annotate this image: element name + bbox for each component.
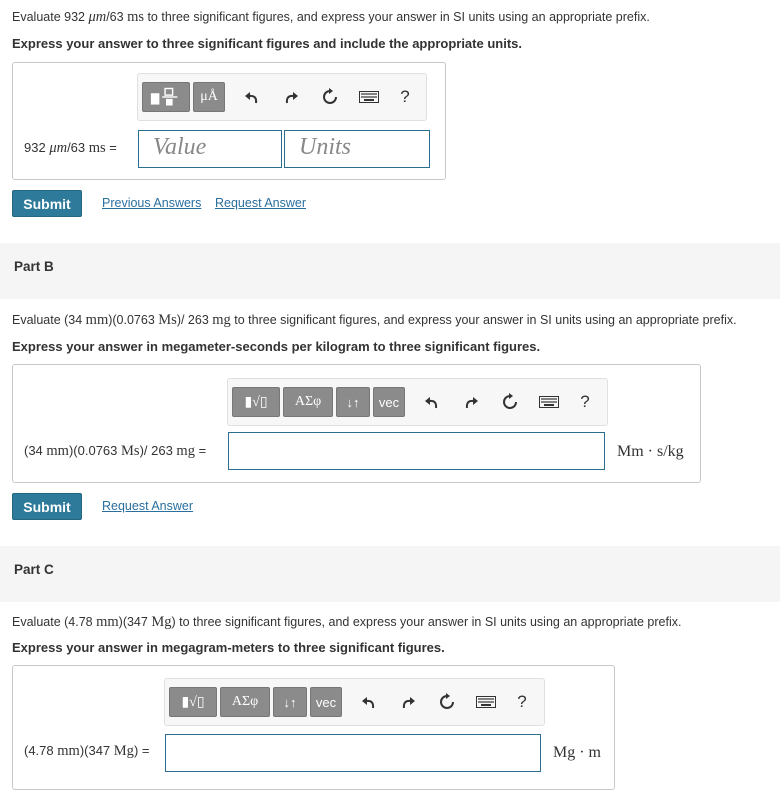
help-button[interactable]: ? (509, 687, 535, 717)
template-button[interactable]: ▮√▯ (232, 387, 280, 417)
reset-icon[interactable] (495, 387, 525, 417)
help-button[interactable]: ? (392, 82, 418, 112)
previous-answers-link[interactable]: Previous Answers (102, 196, 201, 210)
fraction-template-icon (150, 87, 178, 106)
part-c-instruction: Express your answer in megagram-meters t… (12, 640, 445, 655)
part-a-toolbar: μÅ ? (137, 73, 427, 121)
part-c-answer-input[interactable] (165, 734, 541, 772)
part-c-unit-label: Mg · m (553, 744, 601, 761)
part-a-equation-label: 932 μm/63 ms = (24, 140, 117, 156)
part-b-toolbar: ▮√▯ ΑΣφ ↓↑ vec ? (227, 378, 608, 426)
part-b-request-answer-link[interactable]: Request Answer (102, 499, 193, 513)
part-b-prompt: Evaluate (34 mm)(0.0763 Ms)/ 263 mg to t… (12, 312, 737, 328)
reset-icon[interactable] (315, 82, 345, 112)
part-c-answer-box: ▮√▯ ΑΣφ ↓↑ vec ? (4.78 mm)(347 Mg) = Mg … (12, 665, 615, 790)
part-a-prompt: Evaluate 932 μm/63 ms to three significa… (12, 9, 650, 25)
redo-icon[interactable] (276, 82, 306, 112)
keyboard-icon[interactable] (534, 387, 564, 417)
help-button[interactable]: ? (572, 387, 598, 417)
part-b-submit-button[interactable]: Submit (12, 493, 82, 520)
part-b-title: Part B (14, 259, 54, 274)
part-b-instruction: Express your answer in megameter-seconds… (12, 339, 541, 354)
vec-button[interactable]: vec (373, 387, 405, 417)
undo-icon[interactable] (237, 82, 267, 112)
arrows-button[interactable]: ↓↑ (336, 387, 370, 417)
part-a-answer-box: μÅ ? 932 μm/63 ms = Value Units (12, 62, 446, 180)
part-b-unit-label: Mm · s/kg (617, 443, 684, 460)
part-c-prompt: Evaluate (4.78 mm)(347 Mg) to three sign… (12, 614, 682, 630)
units-input[interactable]: Units (284, 130, 430, 168)
fraction-template-button[interactable] (142, 82, 190, 112)
part-c-title: Part C (14, 562, 54, 577)
greek-symbols-button[interactable]: ΑΣφ (283, 387, 333, 417)
undo-icon[interactable] (417, 387, 447, 417)
value-input[interactable]: Value (138, 130, 282, 168)
part-b-equation-label: (34 mm)(0.0763 Ms)/ 263 mg = (24, 443, 207, 459)
redo-icon[interactable] (393, 687, 423, 717)
part-a-request-answer-link[interactable]: Request Answer (215, 196, 306, 210)
part-c-header: Part C (0, 546, 780, 602)
part-c-toolbar: ▮√▯ ΑΣφ ↓↑ vec ? (164, 678, 545, 726)
part-a-submit-button[interactable]: Submit (12, 190, 82, 217)
redo-icon[interactable] (456, 387, 486, 417)
part-c-equation-label: (4.78 mm)(347 Mg) = (24, 743, 150, 759)
part-b-answer-box: ▮√▯ ΑΣφ ↓↑ vec ? (34 mm)(0.0763 Ms)/ 263… (12, 364, 701, 483)
reset-icon[interactable] (432, 687, 462, 717)
undo-icon[interactable] (354, 687, 384, 717)
arrows-button[interactable]: ↓↑ (273, 687, 307, 717)
part-a-instruction: Express your answer to three significant… (12, 36, 522, 51)
keyboard-icon[interactable] (354, 82, 384, 112)
keyboard-icon[interactable] (471, 687, 501, 717)
greek-symbols-button[interactable]: ΑΣφ (220, 687, 270, 717)
part-b-header: Part B (0, 243, 780, 299)
unit-ms: ms (127, 9, 144, 25)
unit-micrometer: μm (88, 9, 107, 25)
template-button[interactable]: ▮√▯ (169, 687, 217, 717)
part-b-answer-input[interactable] (228, 432, 605, 470)
vec-button[interactable]: vec (310, 687, 342, 717)
units-button[interactable]: μÅ (193, 82, 225, 112)
